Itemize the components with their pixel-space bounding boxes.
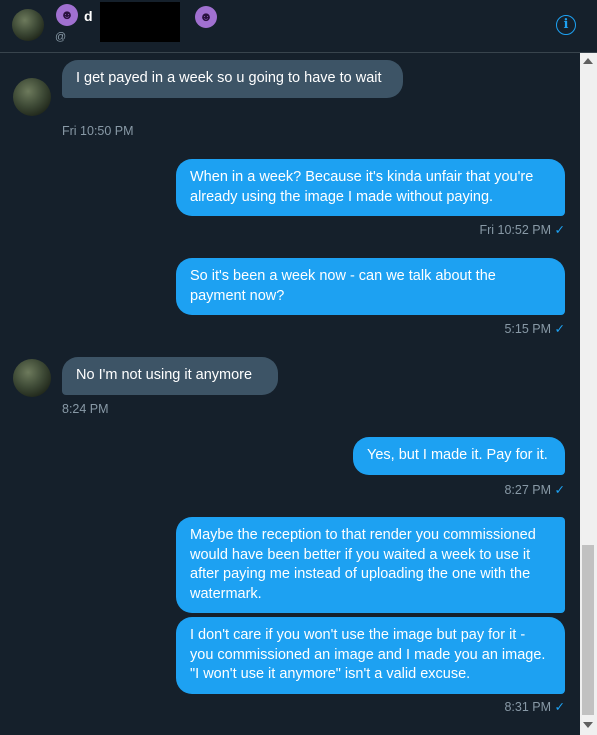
contact-handle: @: [55, 31, 67, 43]
message-bubble-outgoing[interactable]: So it's been a week now - can we talk ab…: [176, 258, 565, 315]
scroll-down-arrow-icon[interactable]: [583, 722, 593, 728]
message-text: Maybe the reception to that render you c…: [190, 527, 536, 602]
message-bubble-outgoing[interactable]: I don't care if you won't use the image …: [176, 617, 565, 694]
sent-check-icon: ✓: [554, 700, 565, 714]
redaction-bar: [100, 2, 180, 42]
message-timestamp: 8:27 PM ✓: [504, 483, 565, 497]
scroll-up-arrow-icon[interactable]: [583, 58, 593, 64]
message-timestamp: 8:31 PM ✓: [504, 700, 565, 714]
avatar[interactable]: [13, 359, 51, 397]
message-bubble-outgoing[interactable]: Maybe the reception to that render you c…: [176, 517, 565, 613]
message-text: Yes, but I made it. Pay for it.: [367, 447, 548, 463]
message-text: So it's been a week now - can we talk ab…: [190, 268, 496, 304]
message-text: No I'm not using it anymore: [76, 367, 253, 383]
contact-name[interactable]: d: [84, 8, 93, 24]
message-text: When in a week? Because it's kinda unfai…: [190, 169, 534, 205]
conversation-header: ☻ d ☻ @ i: [0, 0, 597, 53]
info-icon[interactable]: i: [556, 15, 576, 35]
message-timestamp: 8:24 PM: [62, 402, 109, 416]
smiling-imp-emoji-icon: ☻: [195, 6, 217, 28]
smiling-imp-emoji-icon: ☻: [56, 4, 78, 26]
scrollbar-thumb[interactable]: [582, 545, 594, 715]
avatar[interactable]: [13, 78, 51, 116]
avatar[interactable]: [12, 9, 44, 41]
message-timestamp: 5:15 PM ✓: [504, 322, 565, 336]
message-timestamp: Fri 10:52 PM ✓: [479, 223, 565, 237]
message-text: I get payed in a week so u going to have…: [76, 70, 382, 86]
message-bubble-outgoing[interactable]: Yes, but I made it. Pay for it.: [353, 437, 565, 475]
message-bubble-incoming[interactable]: I get payed in a week so u going to have…: [62, 60, 403, 98]
sent-check-icon: ✓: [554, 223, 565, 237]
message-timestamp: Fri 10:50 PM: [62, 124, 134, 138]
message-text: I don't care if you won't use the image …: [190, 627, 546, 682]
sent-check-icon: ✓: [554, 322, 565, 336]
sent-check-icon: ✓: [554, 483, 565, 497]
message-bubble-incoming[interactable]: No I'm not using it anymore: [62, 357, 278, 395]
message-bubble-outgoing[interactable]: When in a week? Because it's kinda unfai…: [176, 159, 565, 216]
